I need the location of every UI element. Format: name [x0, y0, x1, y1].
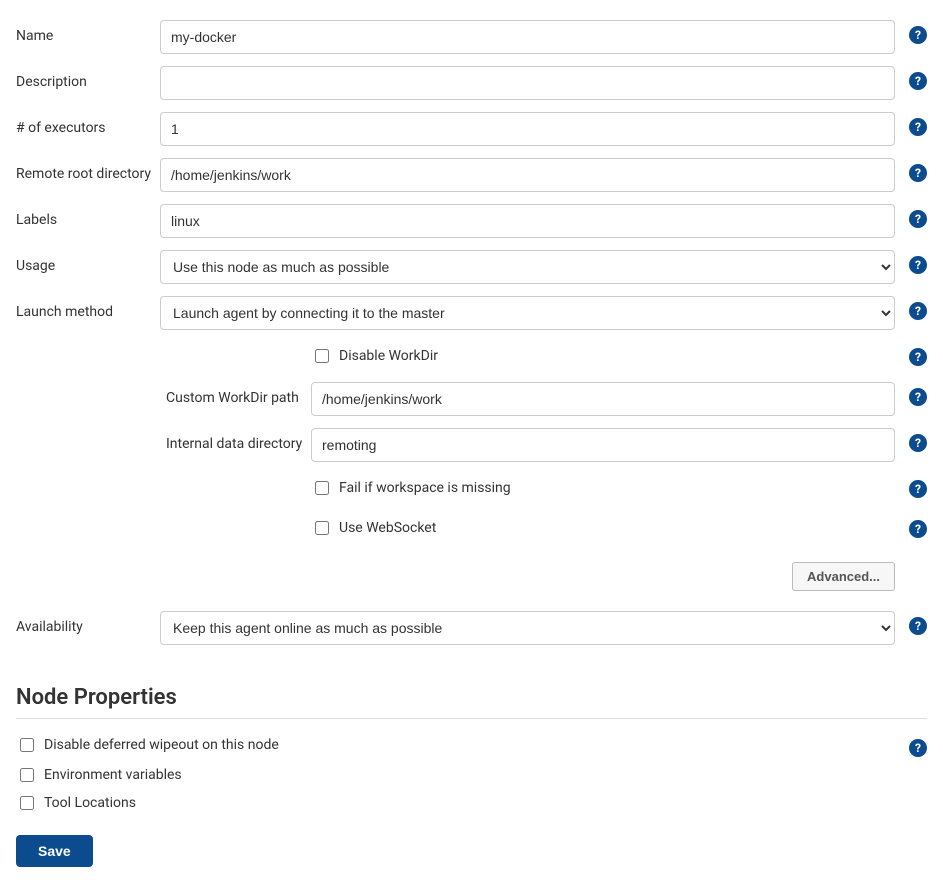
- row-availability: Availability Keep this agent online as m…: [16, 611, 927, 645]
- label-disable-deferred-wipeout: Disable deferred wipeout on this node: [44, 737, 895, 753]
- help-icon[interactable]: ?: [909, 118, 927, 136]
- row-name: Name ?: [16, 20, 927, 54]
- help-icon[interactable]: ?: [909, 302, 927, 320]
- help-icon[interactable]: ?: [909, 388, 927, 406]
- help-icon[interactable]: ?: [909, 72, 927, 90]
- row-advanced: Advanced...: [16, 554, 927, 599]
- help-icon[interactable]: ?: [909, 434, 927, 452]
- row-remote-root: Remote root directory ?: [16, 158, 927, 192]
- help-icon[interactable]: ?: [909, 210, 927, 228]
- checkbox-disable-deferred-wipeout[interactable]: [20, 738, 34, 752]
- section-divider: [16, 718, 927, 719]
- node-prop-row: Tool Locations: [16, 793, 927, 813]
- save-button[interactable]: Save: [16, 835, 93, 867]
- input-name[interactable]: [160, 20, 895, 54]
- label-environment-variables: Environment variables: [44, 767, 927, 783]
- label-availability: Availability: [16, 611, 160, 635]
- help-icon[interactable]: ?: [909, 617, 927, 635]
- label-launch-method: Launch method: [16, 296, 160, 320]
- help-icon[interactable]: ?: [909, 480, 927, 498]
- node-properties-heading: Node Properties: [16, 685, 927, 710]
- label-use-websocket: Use WebSocket: [339, 520, 436, 536]
- row-use-websocket: Use WebSocket ?: [16, 514, 927, 542]
- row-usage: Usage Use this node as much as possible …: [16, 250, 927, 284]
- checkbox-disable-workdir[interactable]: [315, 349, 329, 363]
- row-internal-data-dir: Internal data directory ?: [16, 428, 927, 462]
- label-executors: # of executors: [16, 112, 160, 136]
- label-remote-root: Remote root directory: [16, 158, 160, 182]
- row-launch-method: Launch method Launch agent by connecting…: [16, 296, 927, 330]
- help-icon[interactable]: ?: [909, 348, 927, 366]
- row-executors: # of executors ?: [16, 112, 927, 146]
- input-labels[interactable]: [160, 204, 895, 238]
- node-prop-row: Environment variables: [16, 765, 927, 785]
- label-internal-data-dir: Internal data directory: [16, 428, 311, 452]
- input-executors[interactable]: [160, 112, 895, 146]
- row-disable-workdir: Disable WorkDir ?: [16, 342, 927, 370]
- checkbox-tool-locations[interactable]: [20, 796, 34, 810]
- help-icon[interactable]: ?: [909, 739, 927, 757]
- checkbox-use-websocket[interactable]: [315, 521, 329, 535]
- help-icon[interactable]: ?: [909, 26, 927, 44]
- help-icon[interactable]: ?: [909, 256, 927, 274]
- input-internal-data-dir[interactable]: [311, 428, 895, 462]
- checkbox-environment-variables[interactable]: [20, 768, 34, 782]
- input-remote-root[interactable]: [160, 158, 895, 192]
- row-custom-workdir: Custom WorkDir path ?: [16, 382, 927, 416]
- help-icon[interactable]: ?: [909, 164, 927, 182]
- row-fail-if-missing: Fail if workspace is missing ?: [16, 474, 927, 502]
- input-description[interactable]: [160, 66, 895, 100]
- label-name: Name: [16, 20, 160, 44]
- label-custom-workdir: Custom WorkDir path: [16, 382, 311, 406]
- label-fail-if-missing: Fail if workspace is missing: [339, 480, 511, 496]
- label-description: Description: [16, 66, 160, 90]
- label-disable-workdir: Disable WorkDir: [339, 348, 438, 364]
- advanced-button[interactable]: Advanced...: [792, 562, 895, 591]
- help-icon[interactable]: ?: [909, 520, 927, 538]
- select-availability[interactable]: Keep this agent online as much as possib…: [160, 611, 895, 645]
- select-usage[interactable]: Use this node as much as possible: [160, 250, 895, 284]
- row-description: Description ?: [16, 66, 927, 100]
- input-custom-workdir[interactable]: [311, 382, 895, 416]
- checkbox-fail-if-missing[interactable]: [315, 481, 329, 495]
- label-usage: Usage: [16, 250, 160, 274]
- label-tool-locations: Tool Locations: [44, 795, 927, 811]
- select-launch-method[interactable]: Launch agent by connecting it to the mas…: [160, 296, 895, 330]
- node-prop-row: Disable deferred wipeout on this node ?: [16, 733, 927, 757]
- row-labels: Labels ?: [16, 204, 927, 238]
- label-labels: Labels: [16, 204, 160, 228]
